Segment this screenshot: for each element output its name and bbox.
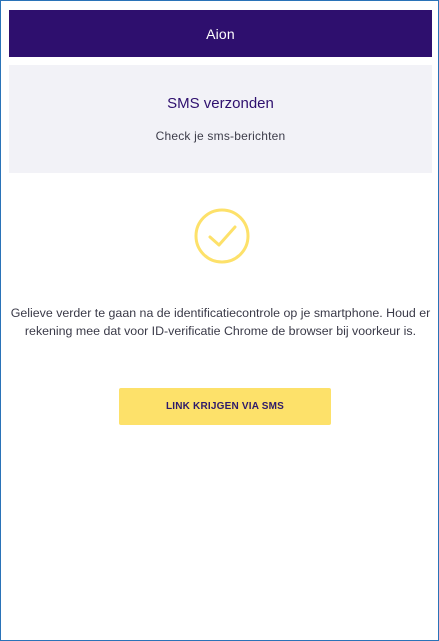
check-circle-icon	[193, 207, 251, 265]
notice-subtitle: Check je sms-berichten	[155, 129, 286, 143]
app-header: Aion	[9, 10, 432, 57]
sms-button-label: LINK KRIJGEN VIA SMS	[165, 401, 285, 412]
get-link-via-sms-button[interactable]: LINK KRIJGEN VIA SMS	[119, 388, 331, 425]
page-frame: Aion SMS verzonden Check je sms-berichte…	[0, 0, 439, 641]
sms-sent-notice: SMS verzonden Check je sms-berichten	[9, 65, 432, 173]
app-title: Aion	[206, 25, 235, 42]
instruction-text: Gelieve verder te gaan na de identificat…	[10, 306, 431, 338]
notice-title: SMS verzonden	[167, 95, 274, 112]
